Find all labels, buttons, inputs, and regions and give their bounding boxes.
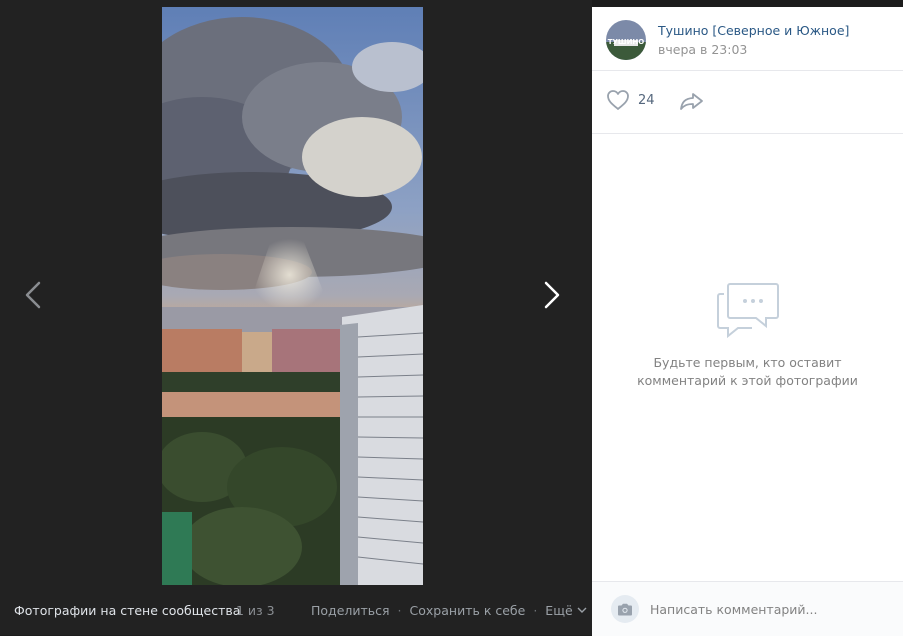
camera-icon (618, 603, 632, 615)
avatar-text: ТУШИНО (608, 38, 645, 46)
chevron-right-icon (544, 281, 560, 309)
separator-dot: · (533, 602, 538, 618)
more-menu[interactable]: Ещё (545, 602, 587, 618)
speech-bubble-icon (716, 283, 779, 339)
empty-comments-line: Будьте первым, кто оставит (653, 355, 842, 370)
post-time[interactable]: вчера в 23:03 (658, 42, 747, 57)
photo-actions: Поделиться · Сохранить к себе · Ещё (311, 603, 587, 618)
empty-comments-line: комментарий к этой фотографии (637, 373, 858, 388)
share-link[interactable]: Поделиться (311, 603, 390, 618)
attach-photo-button[interactable] (611, 595, 639, 623)
album-title-link[interactable]: Фотографии на стене сообщества (14, 603, 240, 618)
chevron-down-icon (577, 607, 587, 613)
photo-bottom-bar: Фотографии на стене сообщества 1 из 3 По… (0, 585, 592, 635)
photo-viewer: Фотографии на стене сообщества 1 из 3 По… (0, 0, 592, 635)
like-button[interactable]: 24 (606, 89, 655, 111)
author-link[interactable]: Тушино [Северное и Южное] (658, 23, 849, 38)
share-arrow-icon (680, 93, 703, 110)
next-photo-button[interactable] (535, 278, 569, 312)
empty-comments-text: Будьте первым, кто оставит комментарий к… (592, 354, 903, 390)
share-button[interactable] (679, 91, 705, 115)
save-link[interactable]: Сохранить к себе (410, 603, 526, 618)
heart-icon (607, 90, 629, 110)
post-panel: ТУШИНО Тушино [Северное и Южное] вчера в… (592, 7, 903, 636)
avatar[interactable]: ТУШИНО (606, 20, 646, 60)
comment-input[interactable] (648, 594, 892, 624)
photo[interactable] (162, 7, 423, 585)
like-count: 24 (638, 92, 655, 108)
separator-dot: · (397, 602, 402, 618)
prev-photo-button[interactable] (16, 278, 50, 312)
comment-composer (592, 581, 903, 636)
post-header: ТУШИНО Тушино [Северное и Южное] вчера в… (592, 7, 903, 71)
empty-comments: Будьте первым, кто оставит комментарий к… (592, 282, 903, 390)
reactions-bar: 24 (592, 71, 903, 134)
more-label: Ещё (545, 602, 573, 618)
chevron-left-icon (25, 281, 41, 309)
photo-counter: 1 из 3 (236, 602, 275, 618)
